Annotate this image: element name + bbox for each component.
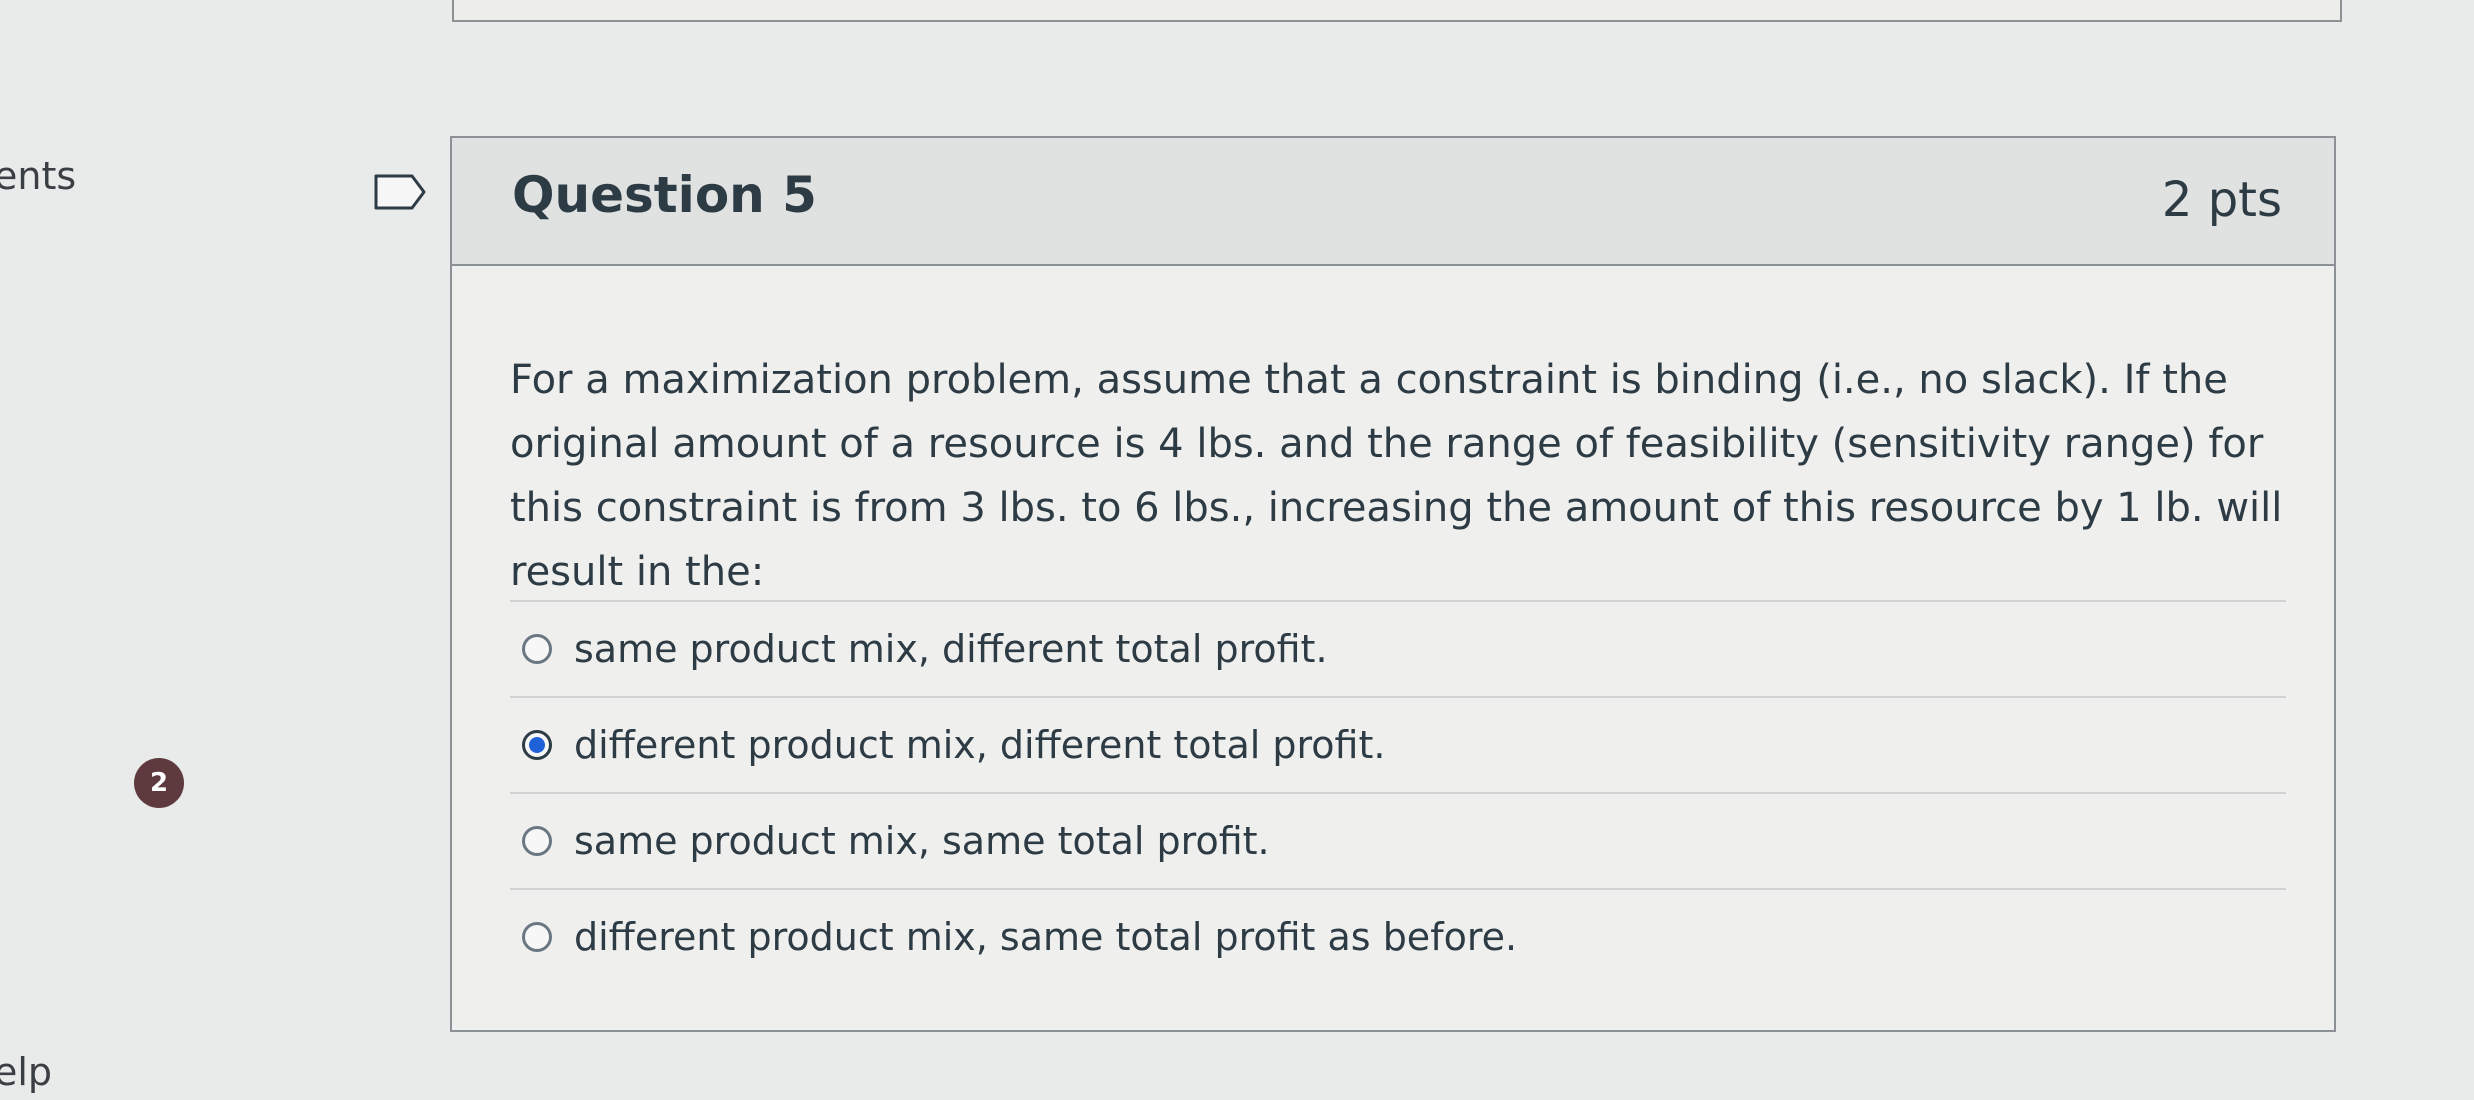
answer-label: different product mix, same total profit… — [574, 915, 1518, 959]
answer-option[interactable]: same product mix, same total profit. — [510, 794, 2286, 890]
answer-option[interactable]: same product mix, different total profit… — [510, 602, 2286, 698]
question-card: Question 5 2 pts For a maximization prob… — [450, 136, 2336, 1032]
answer-option[interactable]: different product mix, same total profit… — [510, 890, 2286, 984]
previous-question-box — [452, 0, 2342, 22]
radio-button[interactable] — [522, 634, 552, 664]
sidebar-help-link[interactable]: elp — [0, 1050, 52, 1094]
answer-label: same product mix, same total profit. — [574, 819, 1270, 863]
question-header: Question 5 2 pts — [452, 138, 2334, 266]
question-text: For a maximization problem, assume that … — [510, 357, 2283, 595]
flag-bookmark-icon[interactable] — [372, 172, 428, 212]
radio-button-selected[interactable] — [522, 730, 552, 760]
answer-label: same product mix, different total profit… — [574, 627, 1328, 671]
question-title: Question 5 — [512, 166, 817, 224]
answer-option[interactable]: different product mix, different total p… — [510, 698, 2286, 794]
sidebar-comments-link[interactable]: ents — [0, 154, 76, 198]
answer-list: same product mix, different total profit… — [510, 600, 2286, 984]
radio-button[interactable] — [522, 922, 552, 952]
radio-button[interactable] — [522, 826, 552, 856]
notification-badge: 2 — [134, 758, 184, 808]
question-points: 2 pts — [2161, 172, 2282, 228]
answer-label: different product mix, different total p… — [574, 723, 1386, 767]
